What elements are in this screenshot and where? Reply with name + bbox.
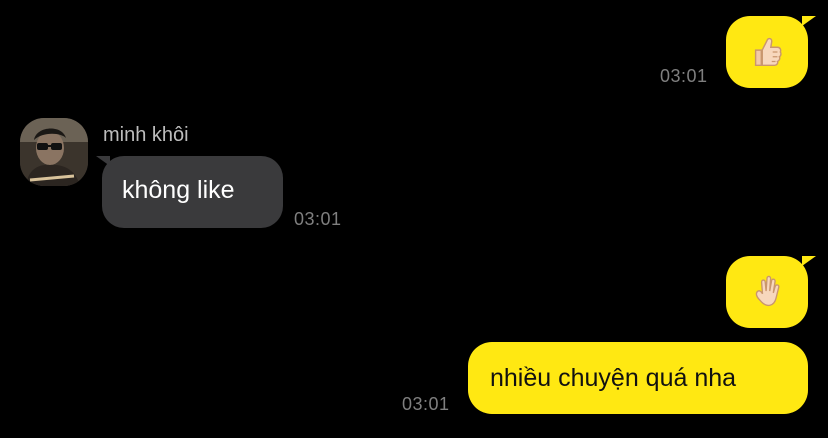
message-bubble-waving-hand[interactable] [726,256,816,328]
message-timestamp: 03:01 [402,394,450,414]
message-timestamp: 03:01 [660,66,708,86]
message-timestamp: 03:01 [294,209,342,229]
avatar[interactable] [20,118,88,186]
message-bubble-thumbs-up[interactable] [726,16,816,88]
message-text: không like [122,176,235,204]
waving-hand-icon [755,275,780,307]
avatar-photo [20,118,88,186]
message-bubble-received[interactable]: không like [96,156,283,228]
message-text: nhiều chuyện quá nha [490,364,737,392]
thumbs-up-icon [754,37,782,67]
message-bubble-sent[interactable]: nhiều chuyện quá nha [468,342,808,414]
sender-name: minh khôi [103,124,189,146]
chat-thread: 03:01 minh khôi không like 03:01 03:01 n… [0,0,828,438]
